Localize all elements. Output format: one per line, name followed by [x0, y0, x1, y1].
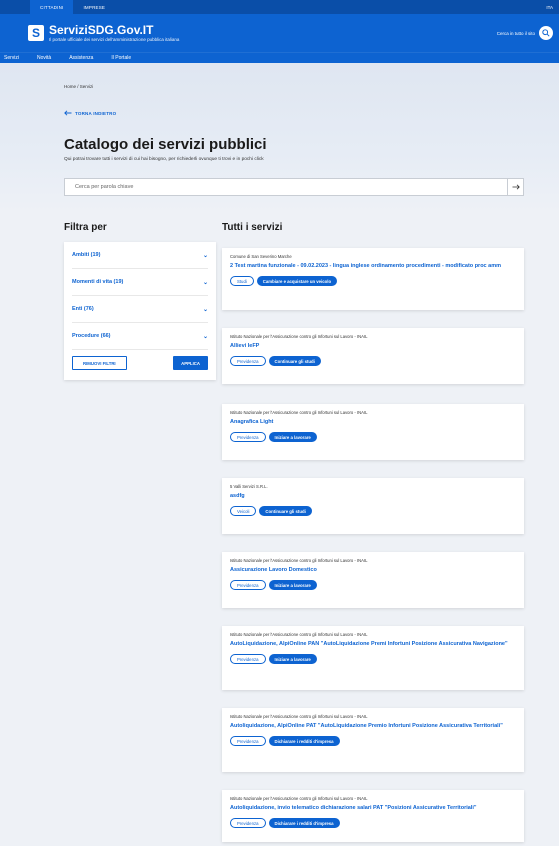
reset-filters-button[interactable]: RIMUOVI FILTRI [72, 356, 127, 370]
filter-label: Procedure (66) [72, 333, 111, 339]
service-category-chip[interactable]: Previdenza [230, 736, 266, 746]
service-action-chip[interactable]: Continuare gli studi [268, 356, 321, 366]
chevron-down-icon: ⌄ [202, 252, 208, 259]
service-action-chip[interactable]: Dichiarare i redditi d'impresa [268, 818, 340, 828]
filter-enti[interactable]: Enti (76) ⌄ [72, 296, 208, 323]
service-card[interactable]: Comune di San Severino Marche 2 Test mar… [222, 248, 524, 310]
nav-item-assistenza[interactable]: Assistenza [69, 55, 93, 61]
filters-panel: Ambiti (19) ⌄ Momenti di vita (19) ⌄ Ent… [64, 242, 216, 380]
main-nav: Servizi Novità Assistenza Il Portale [0, 52, 559, 63]
filter-actions: RIMUOVI FILTRI APPLICA [72, 356, 208, 370]
page-subtitle: Qui potrai trovare tutti i servizi di cu… [64, 157, 264, 162]
service-org: Istituto Nazionale per l'Assicurazione c… [230, 714, 368, 719]
service-category-chip[interactable]: Previdenza [230, 580, 266, 590]
service-card[interactable]: Istituto Nazionale per l'Assicurazione c… [222, 626, 524, 690]
tab-cittadini[interactable]: CITTADINI [30, 0, 74, 14]
service-org: Istituto Nazionale per l'Assicurazione c… [230, 632, 368, 637]
service-org: Istituto Nazionale per l'Assicurazione c… [230, 796, 368, 801]
chevron-down-icon: ⌄ [202, 279, 208, 286]
filter-ambiti[interactable]: Ambiti (19) ⌄ [72, 242, 208, 269]
chevron-down-icon: ⌄ [202, 333, 208, 340]
site-header: S ServiziSDG.Gov.IT Il portale ufficiale… [0, 14, 559, 52]
chevron-down-icon: ⌄ [202, 306, 208, 313]
service-action-chip[interactable]: Continuare gli studi [259, 506, 312, 516]
service-card[interactable]: 5 Valli Servizi S.R.L. asdfg Veicoli Con… [222, 478, 524, 534]
service-title[interactable]: asdfg [230, 492, 516, 500]
back-link[interactable]: TORNA INDIETRO [64, 110, 116, 116]
service-card[interactable]: Istituto Nazionale per l'Assicurazione c… [222, 404, 524, 460]
catalog-search [64, 178, 524, 196]
service-title[interactable]: Anagrafica Light [230, 418, 516, 426]
service-action-chip[interactable]: Dichiarare i redditi d'impresa [268, 736, 340, 746]
service-card[interactable]: Istituto Nazionale per l'Assicurazione c… [222, 552, 524, 608]
service-tags: Previdenza Dichiarare i redditi d'impres… [230, 736, 516, 746]
service-action-chip[interactable]: Cambiare e acquistare un veicolo [256, 276, 338, 286]
filter-label: Enti (76) [72, 306, 94, 312]
header-search-label: Cerca in tutto il sito [496, 30, 535, 36]
site-logo[interactable]: S [28, 25, 44, 41]
back-link-label: TORNA INDIETRO [75, 110, 117, 116]
service-card[interactable]: Istituto Nazionale per l'Assicurazione c… [222, 790, 524, 842]
service-title[interactable]: AutoLiquidazione, AlpiOnline PAN "AutoLi… [230, 640, 516, 648]
filter-procedure[interactable]: Procedure (66) ⌄ [72, 323, 208, 350]
service-action-chip[interactable]: Iniziare a lavorare [268, 654, 317, 664]
service-title[interactable]: Autoliquidazione, invio telematico dichi… [230, 804, 516, 812]
search-icon[interactable] [539, 26, 553, 40]
service-org: 5 Valli Servizi S.R.L. [230, 484, 268, 489]
header-search[interactable]: Cerca in tutto il sito [497, 26, 553, 40]
service-org: Istituto Nazionale per l'Assicurazione c… [230, 334, 368, 339]
language-selector[interactable]: ITA [546, 0, 559, 14]
top-bar: CITTADINI IMPRESE ITA [0, 0, 559, 14]
filter-label: Ambiti (19) [72, 252, 101, 258]
nav-item-servizi[interactable]: Servizi [4, 55, 19, 61]
tab-imprese[interactable]: IMPRESE [73, 0, 115, 14]
page-title: Catalogo dei servizi pubblici [64, 136, 267, 153]
nav-item-portale[interactable]: Il Portale [111, 55, 131, 61]
service-card[interactable]: Istituto Nazionale per l'Assicurazione c… [222, 708, 524, 772]
breadcrumb[interactable]: Home / Servizi [64, 84, 93, 89]
service-category-chip[interactable]: Veicoli [230, 506, 257, 516]
service-category-chip[interactable]: Previdenza [230, 818, 266, 828]
filter-label: Momenti di vita (19) [72, 279, 124, 285]
services-heading: Tutti i servizi [222, 222, 283, 233]
service-title[interactable]: Allievi IeFP [230, 342, 516, 350]
service-category-chip[interactable]: Previdenza [230, 356, 266, 366]
arrow-left-icon [64, 110, 72, 116]
service-category-chip[interactable]: Previdenza [230, 432, 266, 442]
service-title[interactable]: Assicurazione Lavoro Domestico [230, 566, 516, 574]
search-submit-button[interactable] [507, 179, 523, 195]
service-action-chip[interactable]: Iniziare a lavorare [268, 580, 317, 590]
nav-item-novita[interactable]: Novità [37, 55, 51, 61]
service-tags: Previdenza Iniziare a lavorare [230, 580, 516, 590]
site-tagline: Il portale ufficiale dei servizi dell'am… [49, 36, 180, 42]
service-tags: Previdenza Iniziare a lavorare [230, 432, 516, 442]
apply-filters-button[interactable]: APPLICA [173, 356, 208, 370]
service-tags: Previdenza Continuare gli studi [230, 356, 516, 366]
service-card[interactable]: Istituto Nazionale per l'Assicurazione c… [222, 328, 524, 384]
service-org: Comune di San Severino Marche [230, 254, 292, 259]
service-title[interactable]: Autoliquidazione, AlpiOnline PAT "AutoLi… [230, 722, 516, 730]
service-category-chip[interactable]: Studi [230, 276, 254, 286]
service-tags: Studi Cambiare e acquistare un veicolo [230, 276, 516, 286]
filter-momenti-di-vita[interactable]: Momenti di vita (19) ⌄ [72, 269, 208, 296]
service-org: Istituto Nazionale per l'Assicurazione c… [230, 558, 368, 563]
site-name: ServiziSDG.Gov.IT [49, 22, 154, 37]
arrow-right-icon [512, 184, 520, 190]
service-tags: Veicoli Continuare gli studi [230, 506, 516, 516]
service-tags: Previdenza Dichiarare i redditi d'impres… [230, 818, 516, 828]
brand[interactable]: ServiziSDG.Gov.IT Il portale ufficiale d… [49, 24, 179, 43]
filters-heading: Filtra per [64, 222, 107, 233]
service-category-chip[interactable]: Previdenza [230, 654, 266, 664]
search-input[interactable] [65, 179, 507, 195]
service-title[interactable]: 2 Test martina funzionale - 09.02.2023 -… [230, 262, 516, 270]
service-tags: Previdenza Iniziare a lavorare [230, 654, 516, 664]
service-org: Istituto Nazionale per l'Assicurazione c… [230, 410, 368, 415]
service-action-chip[interactable]: Iniziare a lavorare [268, 432, 317, 442]
